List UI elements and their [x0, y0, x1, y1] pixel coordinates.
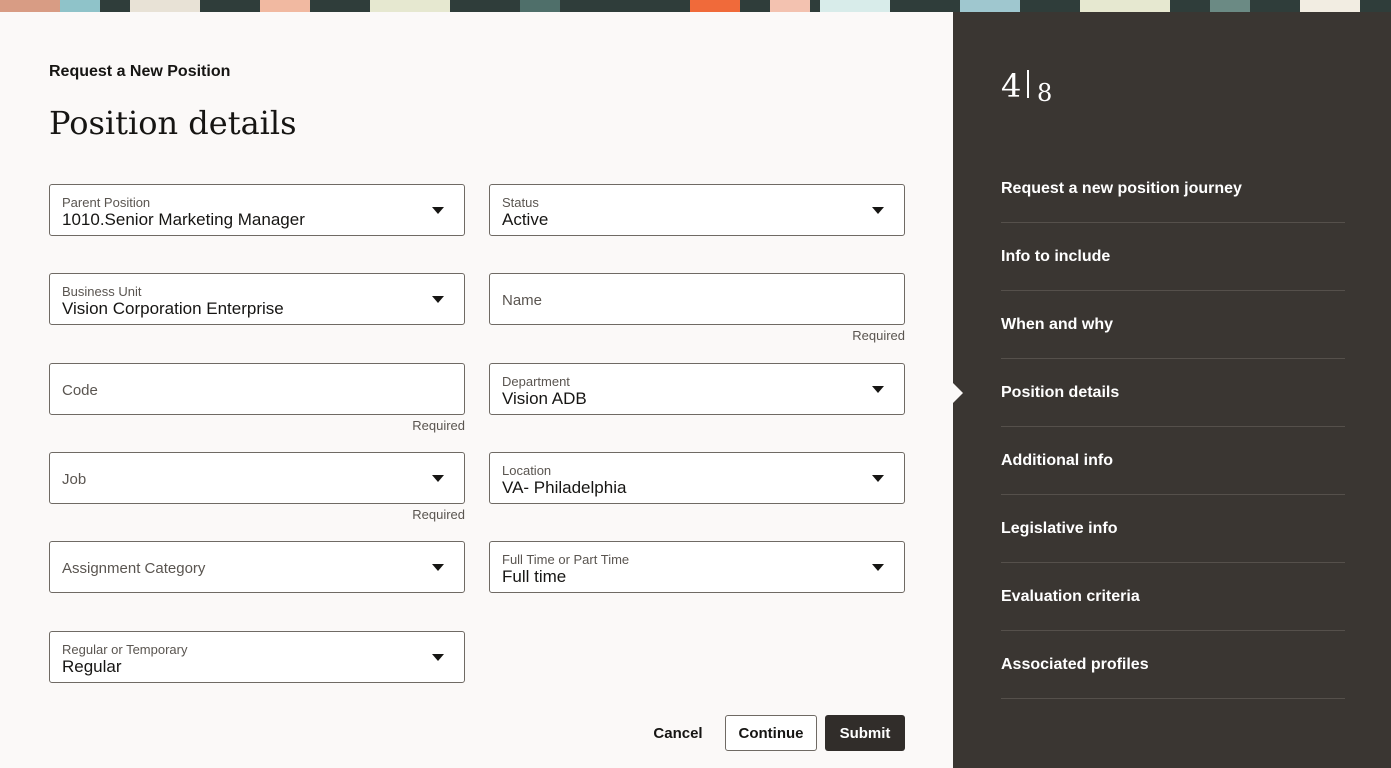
- step-total-number: 8: [1037, 79, 1053, 107]
- step-position-details[interactable]: Position details: [1001, 359, 1345, 427]
- step-current-number: 4: [1001, 67, 1022, 105]
- department-select[interactable]: Department Vision ADB: [489, 363, 905, 415]
- location-select[interactable]: Location VA- Philadelphia: [489, 452, 905, 504]
- step-request-journey[interactable]: Request a new position journey: [1001, 155, 1345, 223]
- chevron-down-icon: [872, 564, 884, 571]
- step-label: Additional info: [1001, 451, 1113, 469]
- step-label: Evaluation criteria: [1001, 587, 1140, 605]
- code-required-hint: Required: [412, 418, 465, 433]
- step-label: Request a new position journey: [1001, 179, 1242, 197]
- full-or-part-time-label: Full Time or Part Time: [502, 552, 630, 567]
- submit-button[interactable]: Submit: [825, 715, 905, 751]
- job-select[interactable]: Job: [49, 452, 465, 504]
- main-panel: Request a New Position Position details …: [0, 12, 953, 768]
- step-additional-info[interactable]: Additional info: [1001, 427, 1345, 495]
- step-divider: [1027, 70, 1029, 98]
- job-label: Job: [62, 471, 87, 488]
- decorative-banner: [0, 0, 1391, 12]
- status-select[interactable]: Status Active: [489, 184, 905, 236]
- name-label: Name: [502, 292, 543, 309]
- full-or-part-time-value: Full time: [502, 567, 567, 586]
- page-eyebrow: Request a New Position: [49, 63, 231, 80]
- chevron-down-icon: [872, 207, 884, 214]
- assignment-category-label: Assignment Category: [62, 560, 206, 577]
- step-label: Legislative info: [1001, 519, 1118, 537]
- department-value: Vision ADB: [502, 389, 587, 408]
- business-unit-value: Vision Corporation Enterprise: [62, 299, 284, 318]
- regular-or-temporary-select[interactable]: Regular or Temporary Regular: [49, 631, 465, 683]
- job-required-hint: Required: [412, 507, 465, 522]
- location-label: Location: [502, 463, 552, 478]
- step-evaluation-criteria[interactable]: Evaluation criteria: [1001, 563, 1345, 631]
- name-required-hint: Required: [852, 328, 905, 343]
- step-info-to-include[interactable]: Info to include: [1001, 223, 1345, 291]
- name-input[interactable]: Name: [489, 273, 905, 325]
- chevron-down-icon: [432, 475, 444, 482]
- parent-position-value: 1010.Senior Marketing Manager: [62, 210, 305, 229]
- chevron-down-icon: [872, 475, 884, 482]
- step-label: Info to include: [1001, 247, 1111, 265]
- chevron-down-icon: [432, 207, 444, 214]
- status-value: Active: [502, 210, 549, 229]
- chevron-down-icon: [432, 296, 444, 303]
- parent-position-label: Parent Position: [62, 195, 151, 210]
- chevron-down-icon: [432, 654, 444, 661]
- business-unit-select[interactable]: Business Unit Vision Corporation Enterpr…: [49, 273, 465, 325]
- step-when-and-why[interactable]: When and why: [1001, 291, 1345, 359]
- business-unit-label: Business Unit: [62, 284, 142, 299]
- parent-position-select[interactable]: Parent Position 1010.Senior Marketing Ma…: [49, 184, 465, 236]
- chevron-down-icon: [432, 564, 444, 571]
- continue-button[interactable]: Continue: [725, 715, 817, 751]
- step-label: Position details: [1001, 383, 1120, 401]
- assignment-category-select[interactable]: Assignment Category: [49, 541, 465, 593]
- status-label: Status: [502, 195, 539, 210]
- step-label: When and why: [1001, 315, 1113, 333]
- code-label: Code: [62, 382, 98, 399]
- regular-or-temporary-value: Regular: [62, 657, 122, 676]
- regular-or-temporary-label: Regular or Temporary: [62, 642, 188, 657]
- chevron-down-icon: [872, 386, 884, 393]
- full-or-part-time-select[interactable]: Full Time or Part Time Full time: [489, 541, 905, 593]
- location-value: VA- Philadelphia: [502, 478, 627, 497]
- step-label: Associated profiles: [1001, 655, 1149, 673]
- code-input[interactable]: Code: [49, 363, 465, 415]
- step-legislative-info[interactable]: Legislative info: [1001, 495, 1345, 563]
- current-step-pointer-icon: [953, 383, 963, 403]
- page-title: Position details: [49, 104, 297, 142]
- progress-sidebar: 4 8 Request a new position journey Info …: [953, 12, 1391, 768]
- step-associated-profiles[interactable]: Associated profiles: [1001, 631, 1345, 699]
- cancel-button[interactable]: Cancel: [645, 715, 711, 751]
- department-label: Department: [502, 374, 570, 389]
